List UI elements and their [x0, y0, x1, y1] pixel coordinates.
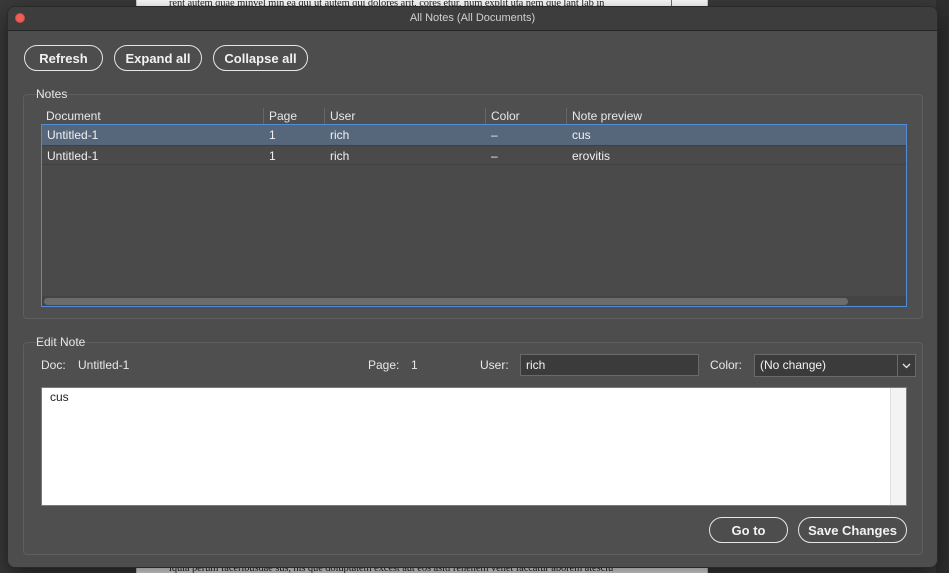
expand-all-button[interactable]: Expand all [114, 45, 202, 71]
window-title: All Notes (All Documents) [409, 12, 536, 24]
column-header-page[interactable]: Page [263, 108, 324, 124]
save-changes-button[interactable]: Save Changes [798, 517, 907, 543]
scrollbar-thumb[interactable] [44, 298, 848, 305]
go-to-button[interactable]: Go to [709, 517, 788, 543]
horizontal-scrollbar[interactable] [42, 296, 906, 306]
table-row[interactable]: Untitled-1 1 rich – cus [42, 125, 906, 145]
collapse-all-button[interactable]: Collapse all [213, 45, 308, 71]
cell-page: 1 [269, 128, 276, 142]
cell-document: Untitled-1 [47, 149, 99, 163]
column-header-document[interactable]: Document [41, 108, 263, 124]
all-notes-dialog: All Notes (All Documents) Refresh Expand… [7, 6, 938, 568]
column-header-note-preview[interactable]: Note preview [566, 108, 907, 124]
notes-table[interactable]: Untitled-1 1 rich – cus Untitled-1 1 ric… [41, 124, 907, 307]
user-input[interactable] [520, 354, 699, 376]
cell-user: rich [330, 128, 350, 142]
table-row[interactable]: Untitled-1 1 rich – erovitis [42, 145, 906, 165]
vertical-scrollbar[interactable] [890, 388, 906, 505]
edit-note-group-label: Edit Note [36, 335, 86, 349]
color-select-value: (No change) [760, 358, 827, 372]
cell-page: 1 [269, 149, 276, 163]
column-header-color[interactable]: Color [485, 108, 566, 124]
note-text-editor[interactable]: cus [41, 387, 907, 506]
cell-color: – [491, 149, 498, 163]
note-text: cus [50, 390, 69, 404]
color-select[interactable]: (No change) [754, 354, 916, 377]
doc-label: Doc: [41, 358, 66, 372]
column-header-user[interactable]: User [324, 108, 485, 124]
notes-table-header: Document Page User Color Note preview [41, 108, 907, 124]
user-label: User: [480, 358, 509, 372]
chevron-down-icon[interactable] [897, 355, 915, 376]
cell-note-preview: erovitis [572, 149, 611, 163]
title-bar[interactable]: All Notes (All Documents) [8, 7, 937, 31]
doc-value: Untitled-1 [78, 358, 130, 372]
notes-group-label: Notes [36, 87, 68, 101]
refresh-button[interactable]: Refresh [24, 45, 103, 71]
cell-color: – [491, 128, 498, 142]
page-label: Page: [368, 358, 400, 372]
page-value: 1 [411, 358, 418, 372]
cell-document: Untitled-1 [47, 128, 99, 142]
cell-user: rich [330, 149, 350, 163]
color-label: Color: [710, 358, 743, 372]
cell-note-preview: cus [572, 128, 591, 142]
